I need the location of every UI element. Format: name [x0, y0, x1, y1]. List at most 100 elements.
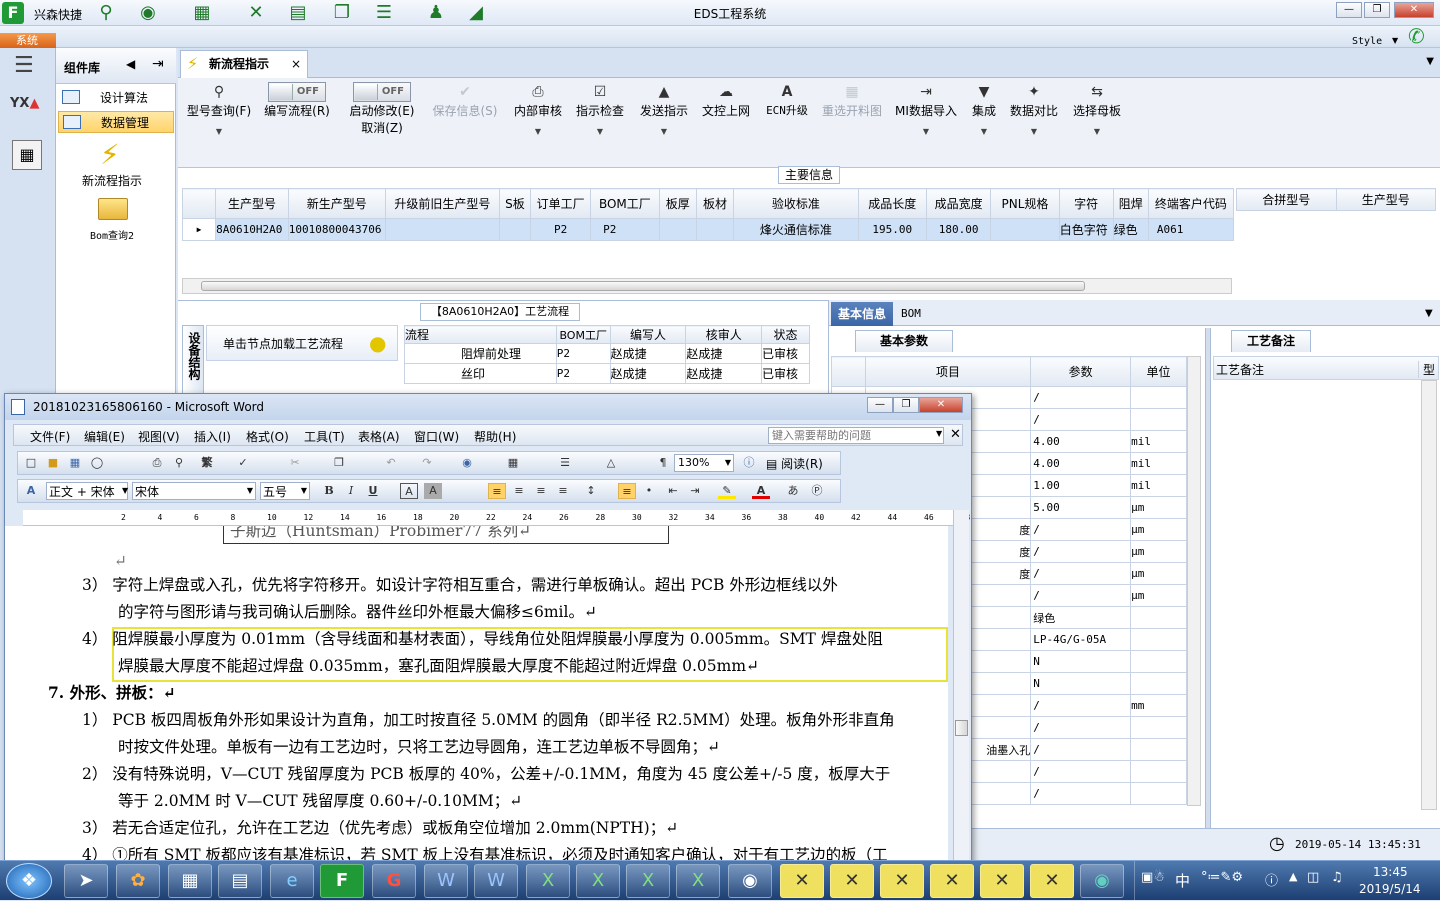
model-query-button[interactable]: ⚲ 型号查询(F) ▼ [184, 82, 254, 152]
table-row[interactable]: ▶ 8A0610H2A0 10010800043706 P2 P2 烽火通信标准… [181, 218, 1235, 241]
column-header[interactable]: 生产型号 [1335, 188, 1436, 211]
write-flow-toggle[interactable]: OFF 编写流程(R) [262, 82, 332, 152]
param-value[interactable]: / [1030, 518, 1132, 541]
subtab-basic-params[interactable]: 基本参数 [855, 330, 953, 352]
column-header[interactable]: 状态 [761, 325, 810, 344]
font-color-icon[interactable]: A [752, 483, 770, 499]
param-unit[interactable] [1130, 716, 1187, 739]
sidebar-item-data[interactable]: 数据管理 [58, 111, 174, 133]
save-info-button[interactable]: ✔ 保存信息(S) [430, 82, 500, 152]
taskbar-app-x-icon[interactable]: ✕ [930, 864, 974, 898]
tab-bom[interactable]: BOM [901, 302, 921, 326]
taskbar-excel-icon[interactable]: X [626, 864, 670, 898]
param-value[interactable]: 绿色 [1030, 606, 1132, 629]
tray-settings-icon[interactable]: °≔✎⚙ [1201, 870, 1243, 885]
redo-icon[interactable]: ↷ [418, 455, 436, 471]
tray-icons[interactable]: ▣☃ [1141, 870, 1165, 885]
taskbar-app-fish-icon[interactable]: ◉ [1080, 864, 1124, 898]
globe-icon[interactable]: ◉ [136, 2, 160, 24]
traditional-icon[interactable]: 繁 [198, 455, 216, 471]
menu-view[interactable]: 视图(V) [138, 428, 180, 445]
horizontal-scrollbar[interactable] [182, 278, 1232, 294]
tray-help-icon[interactable]: ⓘ [1265, 870, 1278, 889]
phonetic-icon[interactable]: あ [784, 483, 802, 499]
remark-vscroll[interactable] [1421, 380, 1437, 810]
select-mother-board-button[interactable]: ⇆ 选择母板 ▼ [1070, 82, 1124, 152]
read-mode-button[interactable]: ▤ 阅读(R) [766, 455, 823, 472]
internal-review-button[interactable]: ⎙ 内部审核 ▼ [512, 82, 564, 152]
shade-char-icon[interactable]: A [424, 483, 442, 499]
taskbar-word-icon[interactable]: W [474, 864, 518, 898]
folder-icon[interactable] [98, 198, 128, 220]
phone-icon[interactable]: ✆ [1408, 24, 1425, 48]
sidebar-item-design[interactable]: 设计算法 [58, 87, 174, 109]
list-icon[interactable]: ☰ [372, 2, 396, 24]
toggle-switch[interactable]: OFF [353, 82, 411, 102]
param-unit[interactable] [1130, 628, 1187, 651]
table-icon[interactable]: ▦ [504, 455, 522, 471]
param-unit[interactable]: mil [1130, 430, 1187, 453]
help-dropdown-icon[interactable]: ▼ [936, 429, 942, 438]
word-maximize-button[interactable]: ❐ [893, 397, 919, 413]
tab-process-remark[interactable]: 工艺备注 [1231, 330, 1311, 352]
taskbar-excel-icon[interactable]: X [676, 864, 720, 898]
document-body[interactable]: 子斯迈（Huntsman）Probimer77 系列↵ ↵ 3） 字符上焊盘或入… [18, 526, 948, 863]
param-value[interactable]: / [1030, 408, 1132, 431]
spell-icon[interactable]: ✓ [234, 455, 252, 471]
column-header[interactable]: 验收标准 [733, 188, 859, 219]
hyperlink-icon[interactable]: ◉ [458, 455, 476, 471]
numbering-icon[interactable]: ≡ [618, 483, 636, 499]
param-unit[interactable]: μm [1130, 562, 1187, 585]
table-row[interactable]: 阻焊前处理 P2 赵成捷 赵成捷 已审核 [404, 343, 810, 364]
param-value[interactable]: / [1030, 540, 1132, 563]
close-doc-icon[interactable]: ✕ [950, 427, 961, 442]
panel-menu-icon[interactable]: ▼ [1425, 308, 1433, 319]
increase-indent-icon[interactable]: ⇥ [686, 483, 704, 499]
justify-icon[interactable]: ≡ [554, 483, 572, 499]
param-value[interactable]: / [1030, 782, 1132, 805]
taskbar-app-x-icon[interactable]: ✕ [980, 864, 1024, 898]
volume-icon[interactable]: ♫ [1331, 870, 1343, 885]
align-left-icon[interactable]: ≡ [488, 483, 506, 499]
param-unit[interactable]: μm [1130, 518, 1187, 541]
menu-window[interactable]: 窗口(W) [414, 428, 459, 445]
doc-control-online-button[interactable]: ☁ 文控上网 [700, 82, 752, 152]
lightning-icon[interactable]: ⚡ [100, 138, 120, 171]
bullets-icon[interactable]: • [640, 483, 658, 499]
font-dropdown-icon[interactable]: ▼ [247, 486, 253, 495]
column-header[interactable]: PNL规格 [990, 188, 1060, 219]
calculator-icon[interactable]: ▦ [12, 140, 42, 170]
tools-icon[interactable]: ✕ [244, 2, 268, 24]
param-value[interactable]: N [1030, 650, 1132, 673]
taskbar-app-save-icon[interactable]: ▦ [168, 864, 212, 898]
style-dropdown-icon[interactable]: ▼ [122, 486, 128, 495]
taskbar-word-icon[interactable]: W [424, 864, 468, 898]
param-unit[interactable] [1130, 408, 1187, 431]
size-select[interactable]: 五号 ▼ [260, 482, 310, 500]
param-unit[interactable]: mil [1130, 474, 1187, 497]
zoom-select[interactable]: 130% ▼ [674, 454, 734, 472]
menu-tools[interactable]: 工具(T) [304, 428, 345, 445]
save-icon[interactable]: ▦ [66, 455, 84, 471]
scroll-thumb[interactable] [201, 281, 1085, 291]
align-right-icon[interactable]: ≡ [532, 483, 550, 499]
style-dropdown-icon[interactable]: ▼ [1392, 36, 1398, 45]
scroll-thumb[interactable] [955, 720, 968, 736]
column-header[interactable]: 参数 [1030, 356, 1132, 387]
taskbar-excel-icon[interactable]: X [576, 864, 620, 898]
user-icon[interactable]: ♟ [424, 2, 448, 24]
side-tab-structure[interactable]: 设备结构 [182, 325, 204, 401]
column-header[interactable]: 合拼型号 [1236, 188, 1337, 211]
taskbar-app-x-icon[interactable]: ✕ [780, 864, 824, 898]
decrease-indent-icon[interactable]: ⇤ [664, 483, 682, 499]
help-search-input[interactable] [768, 427, 944, 444]
tab-menu-icon[interactable]: ▼ [1426, 56, 1434, 67]
system-menu-button[interactable]: 系统 [0, 33, 56, 48]
line-spacing-icon[interactable]: ↕ [582, 483, 600, 499]
taskbar-app-x-icon[interactable]: ✕ [880, 864, 924, 898]
ruler[interactable]: 2 4 6 8 10 12 14 16 18 20 22 24 26 28 30 32 34 36 38 40 42 44… [23, 510, 970, 526]
column-header[interactable]: 板厚 [658, 188, 697, 219]
column-header[interactable]: 升级前旧生产型号 [384, 188, 500, 219]
menu-icon[interactable]: ☰ [14, 55, 38, 77]
shortcut-new-flow[interactable]: 新流程指示 [82, 172, 142, 189]
